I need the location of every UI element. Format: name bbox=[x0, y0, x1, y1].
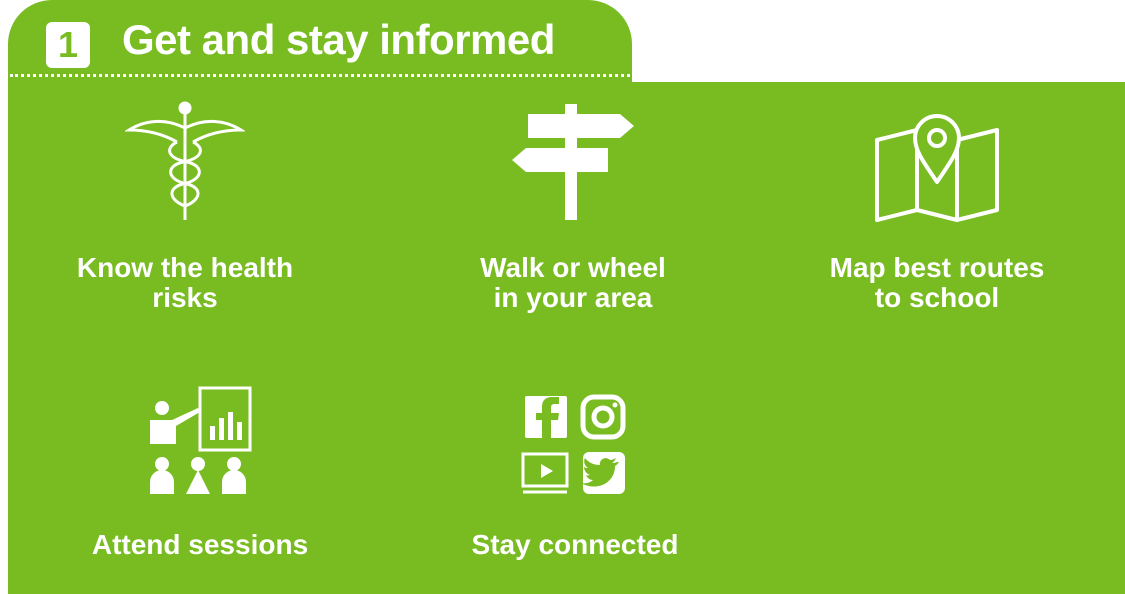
item-map-routes: Map best routes to school bbox=[812, 100, 1062, 313]
item-label-line2: risks bbox=[152, 282, 218, 313]
item-label-line2: to school bbox=[874, 282, 1000, 313]
item-label: Attend sessions bbox=[91, 529, 309, 560]
item-walk-wheel: Walk or wheel in your area bbox=[448, 100, 698, 313]
presentation-icon bbox=[150, 386, 252, 494]
caduceus-icon bbox=[125, 101, 245, 220]
item-label: Map best routes bbox=[829, 252, 1045, 283]
dotted-divider bbox=[10, 74, 630, 77]
item-stay-connected: Stay connected bbox=[450, 392, 700, 560]
section-title: Get and stay informed bbox=[122, 16, 555, 63]
item-label-line2: in your area bbox=[493, 282, 653, 313]
item-health-risks: Know the health risks bbox=[60, 100, 310, 313]
signpost-icon bbox=[512, 104, 634, 220]
social-media-icon bbox=[521, 394, 626, 494]
section-tab: 1 Get and stay informed bbox=[8, 0, 632, 84]
section-number: 1 bbox=[46, 22, 90, 68]
item-label: Walk or wheel bbox=[480, 252, 666, 283]
item-label: Know the health bbox=[76, 252, 294, 283]
map-pin-icon bbox=[875, 114, 999, 222]
item-label: Stay connected bbox=[471, 529, 679, 560]
instagram-icon bbox=[580, 394, 626, 440]
item-attend-sessions: Attend sessions bbox=[70, 382, 330, 560]
